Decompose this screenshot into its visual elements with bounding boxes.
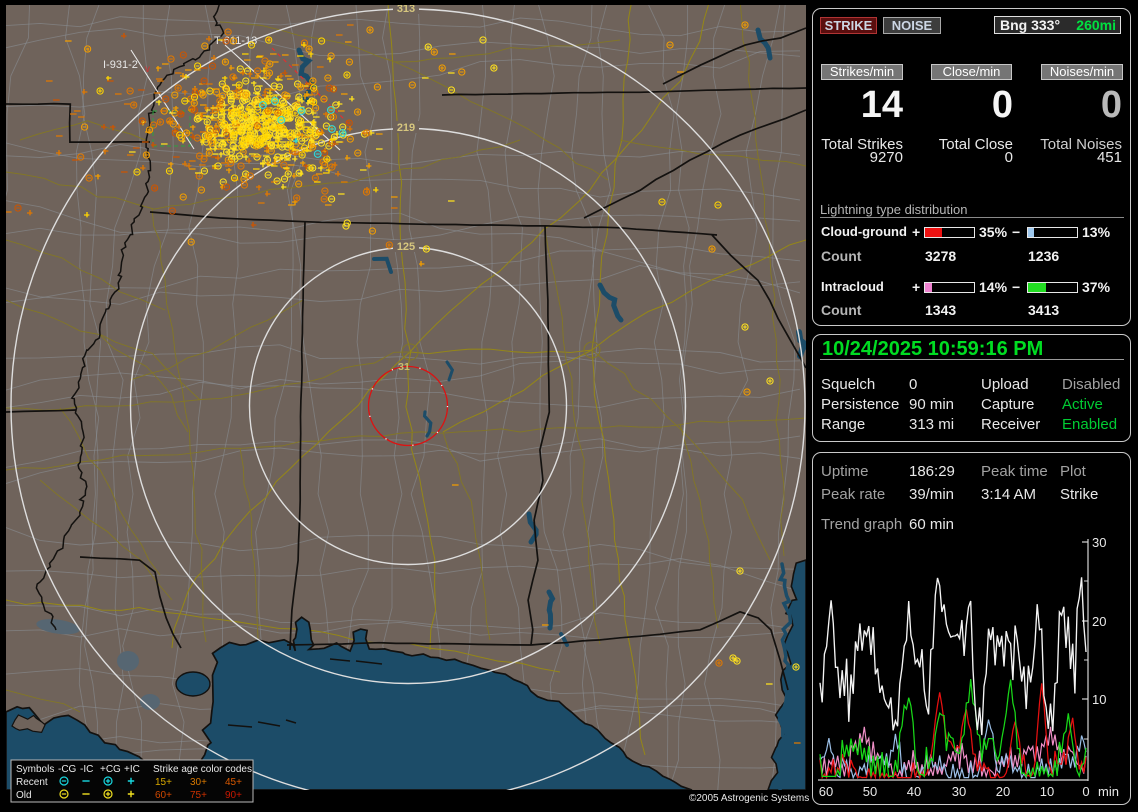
svg-text:60+: 60+	[155, 790, 172, 801]
svg-text:45+: 45+	[225, 777, 242, 788]
svg-text:20: 20	[996, 784, 1010, 799]
svg-text:10: 10	[1092, 692, 1106, 707]
svg-text:30+: 30+	[190, 777, 207, 788]
svg-text:+IC: +IC	[124, 764, 140, 775]
svg-text:15+: 15+	[155, 777, 172, 788]
svg-text:Recent: Recent	[16, 777, 48, 788]
svg-text:Symbols: Symbols	[16, 764, 54, 775]
svg-text:20: 20	[1092, 614, 1106, 629]
svg-text:Old: Old	[16, 790, 32, 801]
svg-text:10: 10	[1040, 784, 1054, 799]
svg-text:30: 30	[1092, 535, 1106, 550]
svg-text:0: 0	[1082, 784, 1089, 799]
svg-text:75+: 75+	[190, 790, 207, 801]
svg-text:50: 50	[863, 784, 877, 799]
svg-text:60: 60	[819, 784, 833, 799]
svg-text:90+: 90+	[225, 790, 242, 801]
svg-text:40: 40	[907, 784, 921, 799]
svg-text:+CG: +CG	[100, 764, 121, 775]
svg-text:-CG: -CG	[58, 764, 77, 775]
svg-text:-IC: -IC	[80, 764, 93, 775]
svg-text:30: 30	[952, 784, 966, 799]
svg-text:min: min	[1098, 784, 1119, 799]
svg-text:Strike age color codes: Strike age color codes	[153, 764, 252, 775]
